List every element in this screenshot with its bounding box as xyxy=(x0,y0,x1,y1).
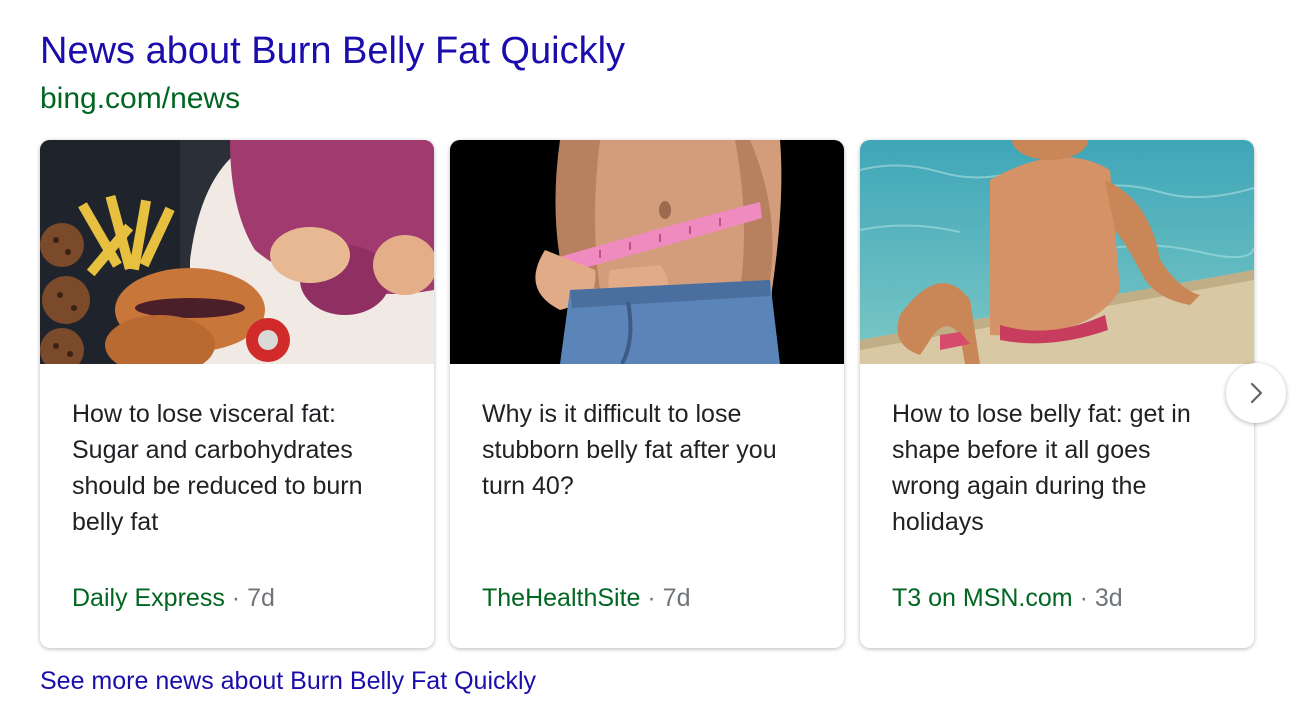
chevron-right-icon xyxy=(1250,382,1263,404)
news-meta: TheHealthSite · 7d xyxy=(482,580,690,616)
meta-separator: · xyxy=(231,584,241,612)
news-publisher: Daily Express xyxy=(72,584,225,612)
news-publisher: TheHealthSite xyxy=(482,584,641,612)
news-card[interactable]: How to lose visceral fat: Sugar and carb… xyxy=(40,140,434,648)
news-section-title-link[interactable]: News about Burn Belly Fat Quickly xyxy=(40,28,625,74)
news-thumbnail-image xyxy=(40,140,434,364)
news-meta: Daily Express · 7d xyxy=(72,580,275,616)
news-headline: Why is it difficult to lose stubborn bel… xyxy=(482,400,777,500)
news-card[interactable]: How to lose belly fat: get in shape befo… xyxy=(860,140,1254,648)
see-more-news-link[interactable]: See more news about Burn Belly Fat Quick… xyxy=(40,664,536,698)
news-publisher: T3 on MSN.com xyxy=(892,584,1073,612)
news-thumbnail-image xyxy=(450,140,844,364)
news-age: 7d xyxy=(247,584,275,612)
meta-separator: · xyxy=(647,584,656,612)
news-age: 3d xyxy=(1094,584,1123,612)
carousel-next-button[interactable] xyxy=(1226,363,1286,423)
news-thumbnail-image xyxy=(860,140,1254,364)
meta-separator: · xyxy=(1079,584,1088,612)
news-meta: T3 on MSN.com · 3d xyxy=(892,580,1123,616)
news-headline: How to lose belly fat: get in shape befo… xyxy=(892,400,1191,536)
news-source-url: bing.com/news xyxy=(40,82,241,115)
news-age: 7d xyxy=(662,584,691,612)
news-headline: How to lose visceral fat: Sugar and carb… xyxy=(72,400,363,536)
news-card[interactable]: Why is it difficult to lose stubborn bel… xyxy=(450,140,844,648)
